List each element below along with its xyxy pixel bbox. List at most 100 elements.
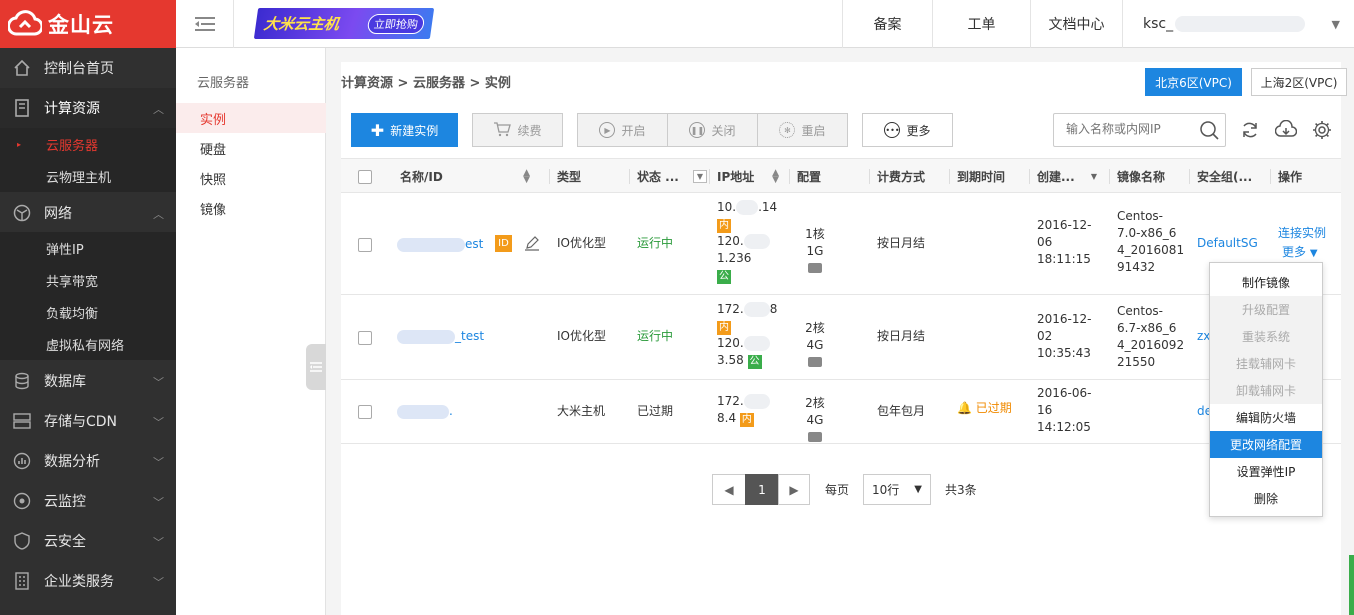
- banner-cta[interactable]: 立即抢购: [366, 13, 426, 34]
- sidebar-sub-bare-metal[interactable]: 云物理主机: [0, 160, 176, 192]
- sidebar-sub-cloud-server[interactable]: ▸ 云服务器: [0, 128, 176, 160]
- row-checkbox[interactable]: [358, 238, 372, 252]
- nav-filing[interactable]: 备案: [842, 0, 932, 48]
- subnav-item-snapshots[interactable]: 快照: [176, 163, 326, 193]
- search-input[interactable]: [1066, 114, 1201, 144]
- more-button[interactable]: ••• 更多: [862, 113, 953, 147]
- chevron-down-icon: ﹀: [153, 376, 164, 389]
- renew-button[interactable]: 续费: [472, 113, 563, 147]
- sidebar-sub-vpc[interactable]: 虚拟私有网络: [0, 328, 176, 360]
- menu-item-network-config[interactable]: 更改网络配置: [1210, 431, 1322, 458]
- scrollbar-edge[interactable]: [1349, 555, 1354, 615]
- sidebar-item-network[interactable]: 网络 ︿: [0, 193, 176, 233]
- start-button[interactable]: ▶ 开启: [577, 113, 668, 147]
- chevron-up-icon: ︿: [153, 103, 164, 116]
- create-instance-button[interactable]: ✚ 新建实例: [351, 113, 458, 147]
- column-header-name[interactable]: 名称/ID ▲ ▼: [400, 159, 540, 194]
- brand-name: 金山云: [48, 13, 114, 37]
- promo-banner[interactable]: 大米云主机 立即抢购: [253, 8, 435, 39]
- sidebar-item-home[interactable]: 控制台首页: [0, 48, 176, 88]
- row-checkbox[interactable]: [358, 405, 372, 419]
- nav-tickets[interactable]: 工单: [932, 0, 1030, 48]
- sidebar-sub-eip[interactable]: 弹性IP: [0, 232, 176, 264]
- billing-method: 按日月结: [877, 236, 926, 250]
- sidebar-sub-shared-bandwidth[interactable]: 共享带宽: [0, 264, 176, 296]
- user-menu[interactable]: ksc_ ▼: [1122, 0, 1354, 48]
- row-checkbox[interactable]: [358, 331, 372, 345]
- cloud-download-icon[interactable]: [1274, 118, 1298, 142]
- column-label: 配置: [797, 170, 822, 184]
- per-page-select[interactable]: 10行 ▼: [863, 474, 931, 505]
- select-all-checkbox[interactable]: [358, 169, 372, 184]
- sidebar-item-label: 云监控: [44, 494, 86, 510]
- page-button[interactable]: 1: [745, 474, 779, 505]
- edit-pencil-icon[interactable]: [524, 235, 540, 256]
- sidebar-item-analytics[interactable]: 数据分析 ﹀: [0, 441, 176, 481]
- expire-status: 🔔 已过期: [957, 400, 1012, 417]
- bell-icon: 🔔: [957, 401, 972, 415]
- sort-desc-icon[interactable]: ▼: [1091, 172, 1097, 181]
- restart-button[interactable]: ✻ 重启: [757, 113, 848, 147]
- config-text: 2核4G: [805, 321, 825, 352]
- sidebar-item-security[interactable]: 云安全 ﹀: [0, 521, 176, 561]
- menu-item-set-eip[interactable]: 设置弹性IP: [1210, 458, 1322, 485]
- ip-inner-part: 8.4: [717, 411, 737, 425]
- menu-item-delete[interactable]: 删除: [1210, 485, 1322, 512]
- database-icon: [12, 371, 32, 391]
- chevron-down-icon: ﹀: [153, 576, 164, 589]
- column-header-ip[interactable]: IP地址 ▲ ▼: [709, 159, 779, 194]
- instance-name-link[interactable]: _test: [397, 328, 484, 345]
- id-badge-icon[interactable]: ID: [495, 235, 512, 252]
- sidebar-sub-load-balancer[interactable]: 负载均衡: [0, 296, 176, 328]
- menu-item-detach-nic[interactable]: 卸载辅网卡: [1210, 377, 1322, 404]
- created-time: 2016-12- 06 18:11:15: [1037, 217, 1091, 268]
- sidebar-item-storage[interactable]: 存储与CDN ﹀: [0, 401, 176, 441]
- security-group-link[interactable]: DefaultSG: [1197, 235, 1258, 252]
- search-icon[interactable]: [1199, 120, 1219, 143]
- menu-item-edit-firewall[interactable]: 编辑防火墙: [1210, 404, 1322, 431]
- collapse-subnav-icon[interactable]: [306, 344, 326, 390]
- gear-icon[interactable]: [1310, 118, 1334, 142]
- sort-icon[interactable]: ▲ ▼: [523, 168, 530, 184]
- column-header-status[interactable]: 状态 ... ▼: [629, 159, 707, 194]
- sidebar-item-enterprise[interactable]: 企业类服务 ﹀: [0, 561, 176, 601]
- region-beijing6[interactable]: 北京6区(VPC): [1145, 68, 1242, 96]
- ip-public-part: 1.236: [717, 251, 752, 265]
- menu-item-upgrade[interactable]: 升级配置: [1210, 296, 1322, 323]
- sidebar-item-monitor[interactable]: 云监控 ﹀: [0, 481, 176, 521]
- menu-item-create-image[interactable]: 制作镜像: [1210, 269, 1322, 296]
- prev-page-icon[interactable]: ◀: [712, 474, 746, 505]
- menu-item-reinstall[interactable]: 重装系统: [1210, 323, 1322, 350]
- subnav-item-images[interactable]: 镜像: [176, 193, 326, 223]
- restart-icon: ✻: [779, 122, 796, 138]
- instance-name-link[interactable]: est: [397, 236, 483, 253]
- ip-inner-part: 8: [769, 302, 778, 316]
- filter-icon[interactable]: ▼: [693, 170, 707, 183]
- more-actions-link[interactable]: 更多 ▼: [1282, 244, 1318, 262]
- instance-name-link[interactable]: .: [397, 403, 453, 420]
- sidebar-item-database[interactable]: 数据库 ﹀: [0, 361, 176, 401]
- ip-address: 172. 8.4 内: [717, 393, 787, 427]
- button-label: 关闭: [711, 123, 736, 138]
- column-header-created[interactable]: 创建... ▼: [1029, 159, 1099, 194]
- connect-instance-link[interactable]: 连接实例: [1278, 225, 1326, 242]
- sort-icon[interactable]: ▲ ▼: [772, 168, 779, 184]
- instance-type: IO优化型: [557, 329, 606, 343]
- subnav-item-instances[interactable]: 实例: [176, 103, 326, 133]
- redacted-user: [1175, 16, 1306, 32]
- refresh-icon[interactable]: [1238, 118, 1262, 142]
- menu-item-attach-nic[interactable]: 挂载辅网卡: [1210, 350, 1322, 377]
- disk-icon: [808, 357, 822, 367]
- nav-docs[interactable]: 文档中心: [1030, 0, 1122, 48]
- menu-toggle-icon[interactable]: [176, 0, 234, 48]
- brand-logo[interactable]: 金山云: [0, 0, 176, 48]
- subnav-item-disks[interactable]: 硬盘: [176, 133, 326, 163]
- instance-status: 运行中: [637, 329, 674, 343]
- next-page-icon[interactable]: ▶: [778, 474, 810, 505]
- sidebar-item-compute[interactable]: 计算资源 ︿: [0, 88, 176, 128]
- redacted-name: [397, 404, 449, 419]
- stop-button[interactable]: ❚❚ 关闭: [667, 113, 758, 147]
- region-shanghai2[interactable]: 上海2区(VPC): [1251, 68, 1347, 96]
- inner-ip-tag: 内: [717, 219, 731, 233]
- instance-status: 运行中: [637, 236, 674, 250]
